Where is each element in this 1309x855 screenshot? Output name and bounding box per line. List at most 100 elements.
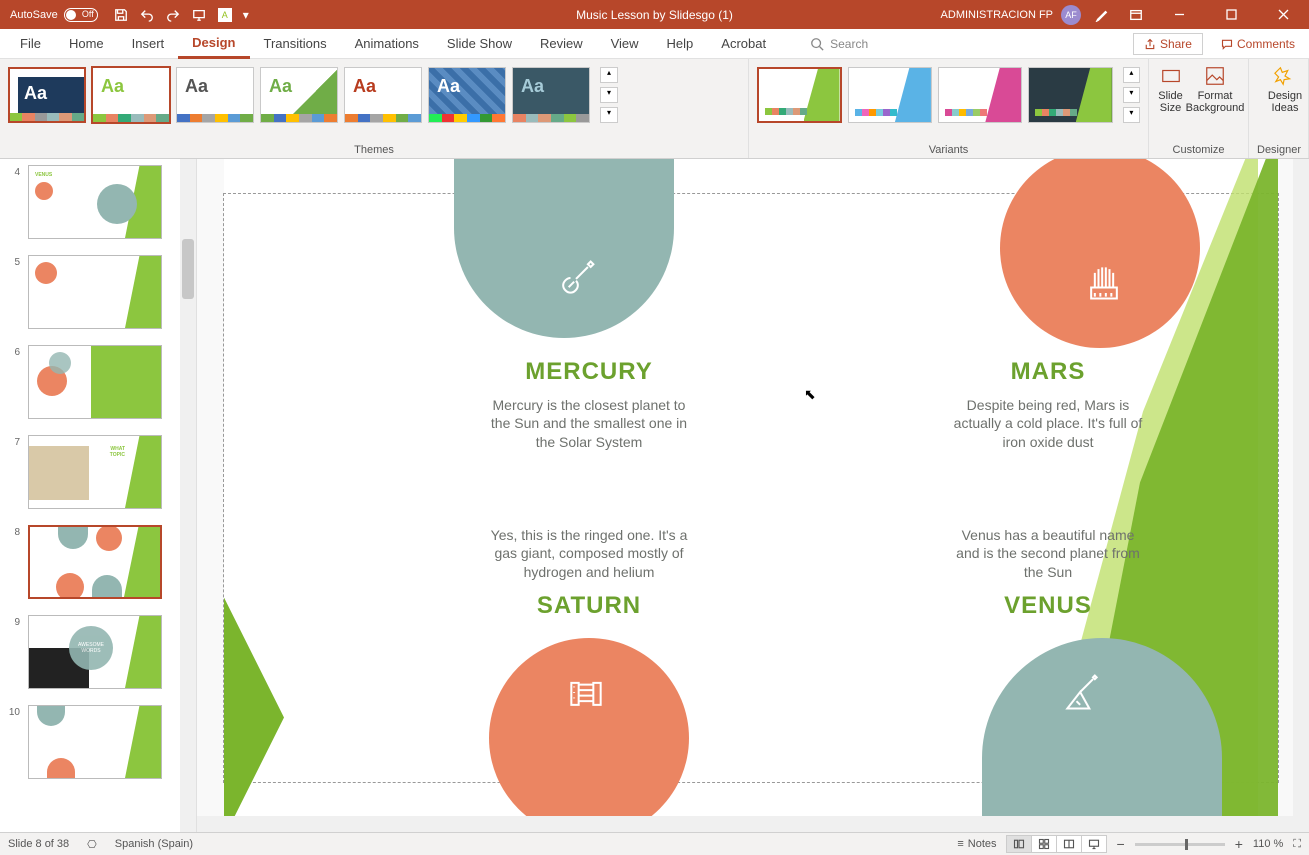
themes-label: Themes [8,142,740,158]
thumbnail-4[interactable]: 4VENUS [6,165,176,239]
designer-label: Designer [1257,142,1300,158]
thumbnail-10[interactable]: 10 [6,705,176,779]
autosave-toggle[interactable]: AutoSave Off [10,8,98,22]
thumbnail-6[interactable]: 6 [6,345,176,419]
theme-tile-3[interactable]: Aa [176,67,254,123]
tab-design[interactable]: Design [178,29,249,59]
variant-tile-3[interactable] [938,67,1022,123]
title-bar: AutoSave Off A ▾ Music Lesson by Slidesg… [0,0,1309,29]
design-ideas-button[interactable]: Design Ideas [1257,65,1309,114]
zoom-out-button[interactable]: − [1117,836,1125,852]
normal-view-button[interactable] [1006,835,1032,853]
guitar-icon [554,254,598,305]
comments-button[interactable]: Comments [1213,34,1303,54]
tab-slide-show[interactable]: Slide Show [433,29,526,59]
canvas-horizontal-scrollbar[interactable] [197,816,1293,832]
organ-icon [1082,258,1126,309]
format-background-button[interactable]: Format Background [1190,65,1240,114]
fit-to-window-button[interactable]: ⛶ [1293,838,1301,851]
search-box[interactable]: Search [810,37,868,51]
venus-title: VENUS [948,592,1148,620]
slide-counter[interactable]: Slide 8 of 38 [8,838,69,850]
theme-tile-7[interactable]: Aa [512,67,590,123]
variants-label: Variants [757,142,1140,158]
accessibility-button[interactable]: A [212,2,238,28]
accessibility-status-icon[interactable]: ⎔ [87,838,97,851]
variants-down-button[interactable]: ▾ [1123,87,1140,103]
tab-home[interactable]: Home [55,29,118,59]
slide-sorter-button[interactable] [1031,835,1057,853]
saturn-text: Yes, this is the ringed one. It's a gas … [489,526,689,583]
maximize-button[interactable] [1209,0,1253,29]
avatar[interactable]: AF [1061,5,1081,25]
notes-button[interactable]: ≡ Notes [957,838,996,850]
share-button[interactable]: Share [1133,33,1203,55]
thumbnail-7[interactable]: 7WHATTOPIC [6,435,176,509]
theme-tile-6[interactable]: Aa [428,67,506,123]
variant-tile-2[interactable] [848,67,932,123]
theme-tile-current[interactable]: Aa [8,67,86,123]
themes-more-button[interactable]: ▾ [600,107,618,123]
theme-tile-2[interactable]: Aa [92,67,170,123]
variants-group: ▴ ▾ ▾ Variants [749,59,1149,158]
zoom-percent[interactable]: 110 % [1253,838,1283,850]
variants-more-button[interactable]: ▾ [1123,107,1140,123]
present-from-start-button[interactable] [186,2,212,28]
thumbnail-8[interactable]: 8 [6,525,176,599]
status-bar: Slide 8 of 38 ⎔ Spanish (Spain) ≡ Notes … [0,832,1309,855]
workspace: 4VENUS 5 6 7WHATTOPIC 8 9AWESOMEWORDS 10 [0,159,1309,832]
tab-animations[interactable]: Animations [341,29,433,59]
zoom-in-button[interactable]: + [1235,836,1243,852]
language-status[interactable]: Spanish (Spain) [115,838,193,850]
tab-file[interactable]: File [6,29,55,59]
theme-tile-5[interactable]: Aa [344,67,422,123]
pen-icon[interactable] [1089,2,1115,28]
variants-up-button[interactable]: ▴ [1123,67,1140,83]
slide-size-label: Slide Size [1157,90,1184,114]
theme-tile-4[interactable]: Aa [260,67,338,123]
bg-circle-coral-top [1000,159,1200,348]
variant-tile-1[interactable] [757,67,842,123]
autosave-switch[interactable]: Off [64,8,98,22]
themes-down-button[interactable]: ▾ [600,87,618,103]
search-placeholder: Search [830,37,868,51]
redo-button[interactable] [160,2,186,28]
variants-gallery-arrows: ▴ ▾ ▾ [1123,67,1140,123]
designer-group: Design Ideas Designer [1249,59,1309,158]
saturn-title: SATURN [489,592,689,620]
thumbnail-9[interactable]: 9AWESOMEWORDS [6,615,176,689]
mercury-title: MERCURY [489,358,689,386]
slide-size-button[interactable]: Slide Size [1157,65,1184,114]
themes-up-button[interactable]: ▴ [600,67,618,83]
close-button[interactable] [1261,0,1305,29]
document-title: Music Lesson by Slidesgo (1) [576,8,733,22]
tab-review[interactable]: Review [526,29,597,59]
accordion-icon [564,668,608,719]
variant-tile-4[interactable] [1028,67,1112,123]
ribbon-display-button[interactable] [1123,2,1149,28]
save-button[interactable] [108,2,134,28]
canvas-area[interactable]: MERCURY Mercury is the closest planet to… [197,159,1309,832]
ribbon: Aa Aa Aa Aa Aa Aa Aa ▴ ▾ ▾ Themes [0,59,1309,159]
balalaika-icon [1060,668,1104,719]
thumbnail-scrollbar[interactable] [180,159,196,832]
mars-title: MARS [948,358,1148,386]
comments-label: Comments [1237,37,1295,51]
tab-transitions[interactable]: Transitions [250,29,341,59]
slide-canvas[interactable]: MERCURY Mercury is the closest planet to… [224,159,1278,818]
cursor-icon: ⬉ [804,386,816,403]
qat-customize-button[interactable]: ▾ [238,2,254,28]
tab-view[interactable]: View [597,29,653,59]
tab-insert[interactable]: Insert [118,29,179,59]
minimize-button[interactable] [1157,0,1201,29]
slideshow-view-button[interactable] [1081,835,1107,853]
canvas-vertical-scrollbar[interactable] [1293,159,1309,832]
tab-acrobat[interactable]: Acrobat [707,29,780,59]
tab-help[interactable]: Help [653,29,708,59]
undo-button[interactable] [134,2,160,28]
reading-view-button[interactable] [1056,835,1082,853]
mercury-text: Mercury is the closest planet to the Sun… [489,396,689,453]
zoom-slider[interactable] [1135,843,1225,846]
thumbnail-5[interactable]: 5 [6,255,176,329]
format-bg-label: Format Background [1186,90,1245,114]
